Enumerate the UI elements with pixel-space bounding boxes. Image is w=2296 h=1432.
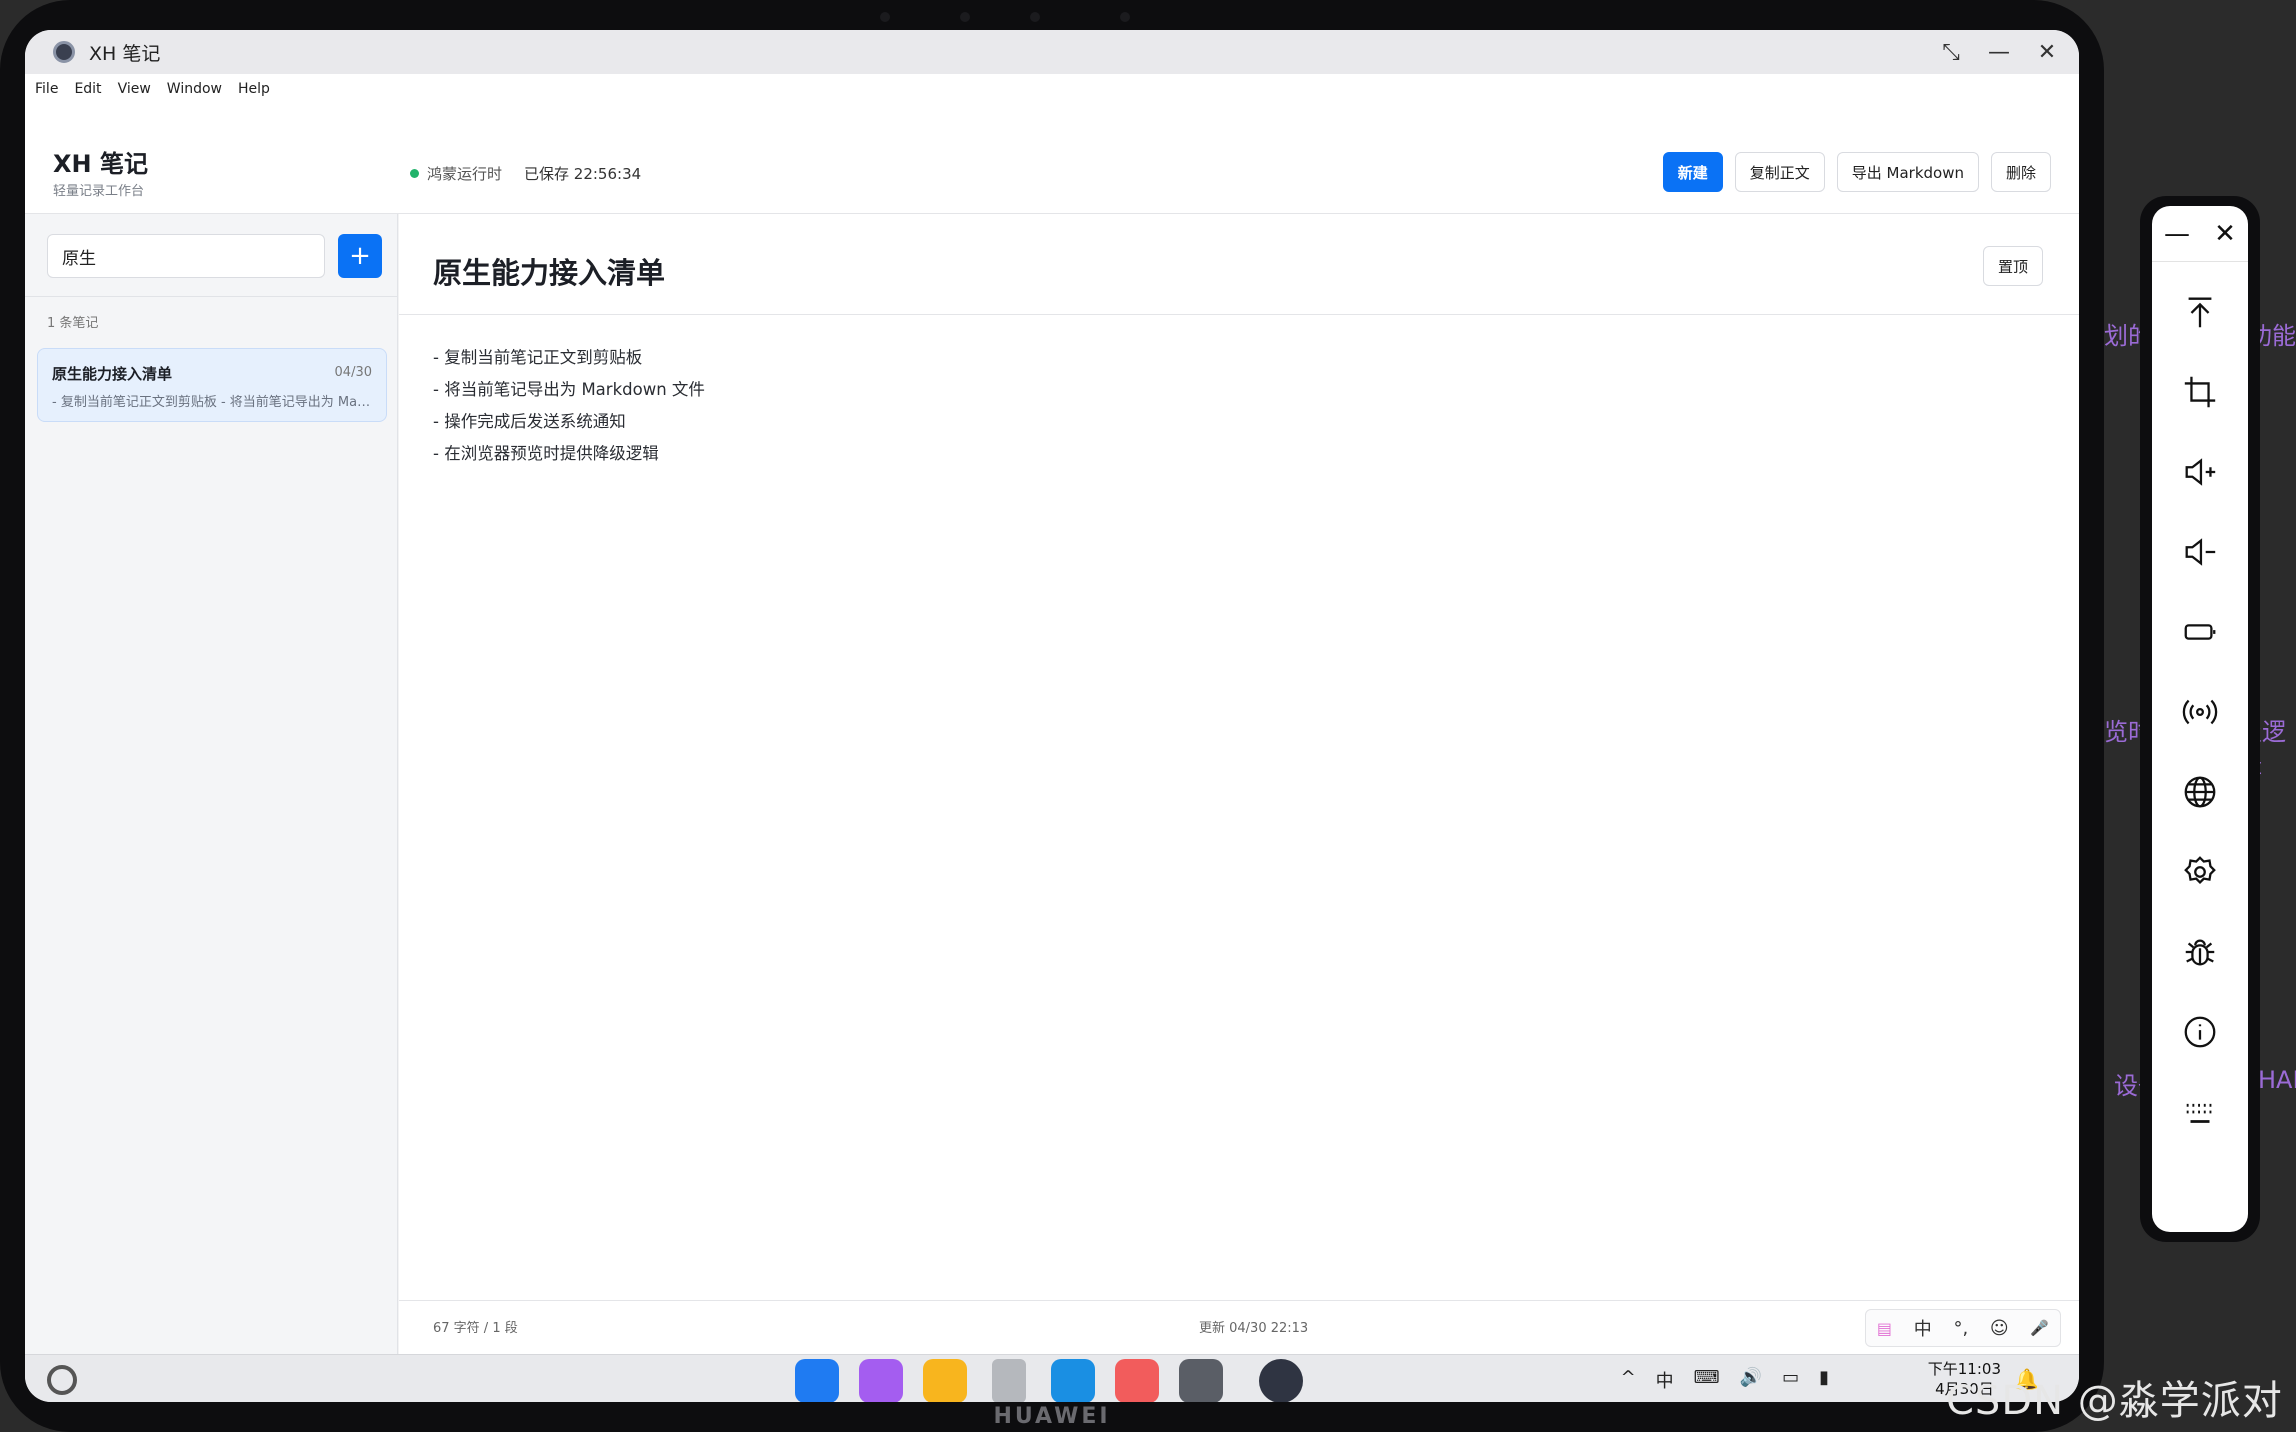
watermark: CSDN @淼学派对 <box>1946 1378 2283 1424</box>
add-note-button[interactable]: + <box>338 234 382 278</box>
system-tray: ^ 中 ⌨ 🔊 ▭ ▮ <box>1621 1367 1829 1393</box>
app-name: XH 笔记 <box>53 150 148 178</box>
note-item-title: 原生能力接入清单 <box>52 365 173 383</box>
emulator-tool-panel: — ✕ <box>2140 196 2260 1242</box>
note-title[interactable]: 原生能力接入清单 <box>433 250 665 292</box>
header-actions: 新建 复制正文 导出 Markdown 删除 <box>1662 152 2051 192</box>
status-indicator: 鸿蒙运行时 已保存 22:56:34 <box>410 163 641 184</box>
volume-icon[interactable]: 🔊 <box>1740 1367 1762 1393</box>
volume-down-icon[interactable] <box>2176 528 2224 576</box>
gallery-icon[interactable] <box>1115 1359 1159 1402</box>
menu-file[interactable]: File <box>35 81 58 97</box>
body-line: - 在浏览器预览时提供降级逻辑 <box>433 444 659 463</box>
updated-time: 更新 04/30 22:13 <box>1199 1321 1309 1336</box>
body-line: - 将当前笔记导出为 Markdown 文件 <box>433 380 705 399</box>
note-body[interactable]: - 复制当前笔记正文到剪贴板 - 将当前笔记导出为 Markdown 文件 - … <box>433 342 705 470</box>
tablet-frame: XH 笔记 ⤡ — ✕ File Edit View Window Help X… <box>0 0 2104 1432</box>
app-subtitle: 轻量记录工作台 <box>53 184 145 199</box>
trash-icon[interactable] <box>992 1359 1026 1402</box>
window-controls: ⤡ — ✕ <box>1939 30 2059 74</box>
status-dot-icon <box>410 169 419 178</box>
tray-expand-icon[interactable]: ^ <box>1621 1367 1636 1393</box>
dock <box>795 1359 1303 1402</box>
panel-minimize-button[interactable]: — <box>2164 219 2190 249</box>
info-icon[interactable] <box>2176 1008 2224 1056</box>
gear-icon[interactable] <box>2176 848 2224 896</box>
tray-ime-icon[interactable]: 中 <box>1656 1367 1674 1393</box>
upload-to-top-icon[interactable] <box>2176 288 2224 336</box>
restore-button[interactable]: ⤡ <box>1939 40 1963 65</box>
settings-icon[interactable] <box>1179 1359 1223 1402</box>
editor: 原生能力接入清单 置顶 - 复制当前笔记正文到剪贴板 - 将当前笔记导出为 Ma… <box>399 214 2079 1354</box>
runtime-status: 鸿蒙运行时 <box>427 165 503 183</box>
menu-edit[interactable]: Edit <box>74 81 101 97</box>
ime-toolbar: ▤ 中 °, ☺ 🎤 <box>1865 1309 2061 1347</box>
body-line: - 复制当前笔记正文到剪贴板 <box>433 348 643 367</box>
browser-icon[interactable] <box>1051 1359 1095 1402</box>
panel-controls: — ✕ <box>2152 206 2248 262</box>
taskbar: ^ 中 ⌨ 🔊 ▭ ▮ 下午11:03 4月30日 🔔 <box>25 1354 2079 1402</box>
note-list-item[interactable]: 原生能力接入清单 04/30 - 复制当前笔记正文到剪贴板 - 将当前笔记导出为… <box>37 348 387 422</box>
globe-icon[interactable] <box>2176 768 2224 816</box>
display-icon[interactable]: ▭ <box>1782 1367 1799 1393</box>
new-note-button[interactable]: 新建 <box>1662 152 1723 192</box>
editor-footer: 67 字符 / 1 段 更新 04/30 22:13 ▤ 中 °, ☺ 🎤 <box>399 1300 2079 1354</box>
app-header: XH 笔记 轻量记录工作台 鸿蒙运行时 已保存 22:56:34 新建 复制正文… <box>25 104 2079 214</box>
close-button[interactable]: ✕ <box>2035 40 2059 65</box>
emoji-icon[interactable]: ☺ <box>1990 1318 2009 1339</box>
signal-icon[interactable] <box>2176 688 2224 736</box>
sidebar: 原生 + 1 条笔记 原生能力接入清单 04/30 - 复制当前笔记正文到剪贴板… <box>25 214 398 1354</box>
electron-app-icon[interactable] <box>1259 1359 1303 1402</box>
note-item-date: 04/30 <box>334 365 372 380</box>
app-grid-icon[interactable] <box>795 1359 839 1402</box>
ime-chinese-button[interactable]: 中 <box>1914 1315 1932 1341</box>
device-brand: HUAWEI <box>993 1404 1111 1429</box>
crop-icon[interactable] <box>2176 368 2224 416</box>
search-input[interactable]: 原生 <box>47 234 325 278</box>
saved-status: 已保存 22:56:34 <box>524 165 642 183</box>
tray-keyboard-icon[interactable]: ⌨ <box>1694 1367 1720 1393</box>
mic-icon[interactable]: 🎤 <box>2030 1319 2049 1337</box>
ime-punct-button[interactable]: °, <box>1953 1318 1968 1339</box>
sidebar-divider <box>25 296 398 297</box>
minimize-button[interactable]: — <box>1987 40 2011 65</box>
multitask-icon[interactable] <box>859 1359 903 1402</box>
menu-window[interactable]: Window <box>167 81 222 97</box>
background-text: HAI <box>2258 1066 2296 1094</box>
note-item-snippet: - 复制当前笔记正文到剪贴板 - 将当前笔记导出为 Markdown 文件 <box>52 395 374 410</box>
screen: XH 笔记 ⤡ — ✕ File Edit View Window Help X… <box>25 30 2079 1402</box>
title-bar: XH 笔记 ⤡ — ✕ <box>25 30 2079 74</box>
editor-divider <box>399 314 2079 315</box>
keyboard-icon[interactable] <box>2176 1088 2224 1136</box>
volume-up-icon[interactable] <box>2176 448 2224 496</box>
start-button[interactable] <box>47 1365 77 1395</box>
app-logo-icon <box>53 41 75 63</box>
pin-button[interactable]: 置顶 <box>1982 246 2043 286</box>
window-title: XH 笔记 <box>89 42 161 65</box>
bug-icon[interactable] <box>2176 928 2224 976</box>
export-markdown-button[interactable]: 导出 Markdown <box>1836 152 1979 192</box>
battery-icon[interactable]: ▮ <box>1819 1367 1829 1393</box>
tool-panel-inner: — ✕ <box>2152 206 2248 1232</box>
delete-button[interactable]: 删除 <box>1990 152 2051 192</box>
menu-bar: File Edit View Window Help <box>25 74 2079 104</box>
panel-close-button[interactable]: ✕ <box>2214 219 2236 249</box>
copy-body-button[interactable]: 复制正文 <box>1734 152 1825 192</box>
menu-help[interactable]: Help <box>238 81 270 97</box>
camera-bar <box>880 10 1140 24</box>
char-count: 67 字符 / 1 段 <box>433 1321 518 1336</box>
ime-mode-icon[interactable]: ▤ <box>1877 1319 1892 1338</box>
body-line: - 操作完成后发送系统通知 <box>433 412 626 431</box>
battery-icon[interactable] <box>2176 608 2224 656</box>
files-icon[interactable] <box>923 1359 967 1402</box>
menu-view[interactable]: View <box>118 81 151 97</box>
note-count: 1 条笔记 <box>47 316 99 331</box>
